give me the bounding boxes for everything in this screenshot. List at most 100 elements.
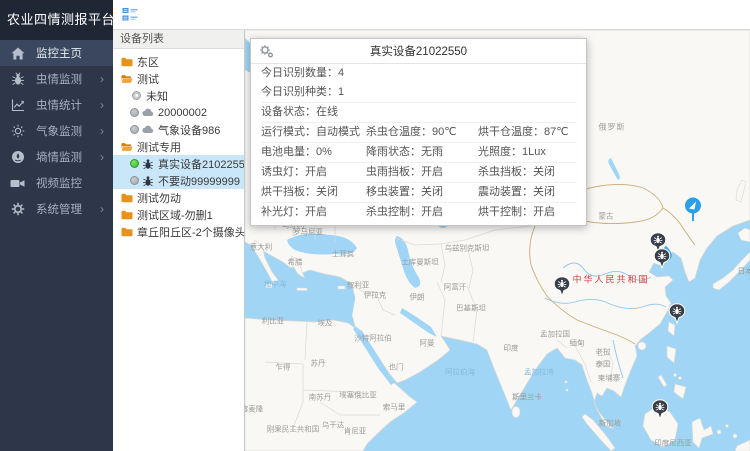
main-area: 设备列表 东区测试未知20000002气象设备986测试专用真实设备210225… xyxy=(113,0,750,451)
weather-icon xyxy=(10,124,25,138)
topbar xyxy=(113,0,750,30)
chevron-right-icon: › xyxy=(100,99,104,111)
popup-grid-cell: 电池电量：0% xyxy=(261,146,366,159)
tree-view-icon[interactable] xyxy=(122,7,138,22)
map-canvas[interactable]: 俄罗斯蒙古中华人民共和国哈萨克斯坦乌克兰捷克匈牙利罗马尼亚意大利希腊土耳其土库曼… xyxy=(245,30,750,451)
popup-grid-row: 烘干挡板：关闭移虫装置：关闭震动装置：关闭 xyxy=(261,182,576,202)
tree-item[interactable]: 测试 xyxy=(113,70,244,87)
folder-icon xyxy=(121,209,133,220)
insect-pin[interactable] xyxy=(669,303,686,327)
popup-grid-cell: 降雨状态：无雨 xyxy=(366,146,478,159)
tree-item[interactable]: 未知 xyxy=(113,87,244,104)
status-dot xyxy=(130,125,139,134)
camera-pin[interactable] xyxy=(684,197,703,225)
app-title: 农业四情测报平台 xyxy=(0,0,113,40)
tree-item-label: 测试专用 xyxy=(137,139,181,155)
popup-grid-cell: 光照度：1Lux xyxy=(478,146,576,159)
tree-item[interactable]: 不要动99999999 xyxy=(113,172,244,189)
weather-device-icon xyxy=(142,107,154,118)
popup-grid-cell: 运行模式：自动模式 xyxy=(261,126,366,139)
tree-item-label: 测试勿动 xyxy=(137,190,181,206)
status-dot xyxy=(130,176,139,185)
popup-grid-cell: 诱虫灯：开启 xyxy=(261,166,366,179)
popup-stat-line: 今日识别种类：1 xyxy=(261,83,576,102)
sidebar-item-label: 虫情监测 xyxy=(36,71,100,87)
tree-item[interactable]: 测试专用 xyxy=(113,138,244,155)
tree-item[interactable]: 章丘阳丘区-2个摄像头 xyxy=(113,223,244,240)
tree-item-label: 章丘阳丘区-2个摄像头 xyxy=(137,224,244,240)
moisture-icon xyxy=(10,150,25,164)
sidebar-item-label: 气象监测 xyxy=(36,123,100,139)
popup-grid-cell: 震动装置：关闭 xyxy=(478,186,576,199)
popup-grid-cell: 烘干仓温度：87℃ xyxy=(478,126,576,139)
bug-icon xyxy=(10,72,25,86)
sidebar-item-1[interactable]: 监控主页 xyxy=(0,40,113,66)
popup-device-title: 真实设备21022550 xyxy=(370,43,467,59)
popup-grid-cell: 移虫装置：关闭 xyxy=(366,186,478,199)
sidebar-item-2[interactable]: 虫情监测› xyxy=(0,66,113,92)
insect-device-icon xyxy=(142,158,154,169)
folder-icon xyxy=(121,56,133,67)
tree-item-label: 不要动99999999 xyxy=(158,173,240,189)
weather-device-icon xyxy=(142,124,154,135)
sidebar-item-5[interactable]: 墒情监测› xyxy=(0,144,113,170)
insect-pin[interactable] xyxy=(654,248,671,272)
insect-pin[interactable] xyxy=(652,399,669,423)
tree-item-label: 测试区域-勿删1 xyxy=(137,207,213,223)
popup-grid-cell: 烘干控制：开启 xyxy=(478,206,576,219)
insect-pin[interactable] xyxy=(554,276,571,300)
agriculture-monitoring-app: 农业四情测报平台 监控主页虫情监测›虫情统计›气象监测›墒情监测›视频监控系统管… xyxy=(0,0,750,451)
tree-item-label: 未知 xyxy=(146,88,168,104)
device-info-popup: 真实设备21022550 今日识别数量：4今日识别种类：1设备状态：在线运行模式… xyxy=(250,38,587,226)
device-panel-header: 设备列表 xyxy=(113,30,244,49)
home-icon xyxy=(10,46,25,60)
popup-body: 今日识别数量：4今日识别种类：1设备状态：在线运行模式：自动模式杀虫仓温度：90… xyxy=(251,64,586,225)
popup-grid-cell: 烘干挡板：关闭 xyxy=(261,186,366,199)
tree-item[interactable]: 真实设备21022550 xyxy=(113,155,244,172)
sidebar-item-4[interactable]: 气象监测› xyxy=(0,118,113,144)
popup-grid-row: 电池电量：0%降雨状态：无雨光照度：1Lux xyxy=(261,142,576,162)
chart-icon xyxy=(10,98,25,112)
tree-item[interactable]: 东区 xyxy=(113,53,244,70)
chevron-right-icon: › xyxy=(100,151,104,163)
tree-item-label: 20000002 xyxy=(158,107,207,119)
sidebar: 农业四情测报平台 监控主页虫情监测›虫情统计›气象监测›墒情监测›视频监控系统管… xyxy=(0,0,113,451)
tree-item-label: 东区 xyxy=(137,54,159,70)
popup-grid-cell: 补光灯：开启 xyxy=(261,206,366,219)
sidebar-item-label: 系统管理 xyxy=(36,201,100,217)
tree-item-label: 测试 xyxy=(137,71,159,87)
folder-icon xyxy=(121,192,133,203)
status-dot xyxy=(130,159,139,168)
popup-status-line: 设备状态：在线 xyxy=(261,102,576,122)
sidebar-item-7[interactable]: 系统管理› xyxy=(0,196,113,222)
insect-device-icon xyxy=(142,175,154,186)
sidebar-item-3[interactable]: 虫情统计› xyxy=(0,92,113,118)
popup-stat-line: 今日识别数量：4 xyxy=(261,64,576,83)
popup-grid-row: 诱虫灯：开启虫雨挡板：开启杀虫挡板：关闭 xyxy=(261,162,576,182)
popup-header: 真实设备21022550 xyxy=(251,39,586,64)
chevron-right-icon: › xyxy=(100,125,104,137)
popup-grid-cell: 杀虫仓温度：90℃ xyxy=(366,126,478,139)
device-tree: 东区测试未知 20000002 气象设备986测试专用真实设备21022550不要动… xyxy=(113,49,244,240)
popup-grid-row: 运行模式：自动模式杀虫仓温度：90℃烘干仓温度：87℃ xyxy=(261,122,576,142)
sidebar-item-label: 墒情监测 xyxy=(36,149,100,165)
unknown-marker-icon xyxy=(130,90,142,101)
popup-grid-cell: 杀虫挡板：关闭 xyxy=(478,166,576,179)
video-icon xyxy=(10,176,25,190)
chevron-right-icon: › xyxy=(100,73,104,85)
sidebar-item-label: 监控主页 xyxy=(36,45,104,61)
content: 设备列表 东区测试未知20000002气象设备986测试专用真实设备210225… xyxy=(113,30,750,451)
folder-open-icon xyxy=(121,73,133,84)
sidebar-item-label: 视频监控 xyxy=(36,175,104,191)
tree-item[interactable]: 测试区域-勿删1 xyxy=(113,206,244,223)
tree-item[interactable]: 测试勿动 xyxy=(113,189,244,206)
tree-item[interactable]: 气象设备986 xyxy=(113,121,244,138)
device-panel: 设备列表 东区测试未知 20000002 气象设备986测试专用真实设备210225… xyxy=(113,30,245,451)
popup-grid-cell: 杀虫控制：开启 xyxy=(366,206,478,219)
tree-item[interactable]: 20000002 xyxy=(113,104,244,121)
sidebar-item-6[interactable]: 视频监控 xyxy=(0,170,113,196)
folder-open-icon xyxy=(121,141,133,152)
sidebar-nav: 监控主页虫情监测›虫情统计›气象监测›墒情监测›视频监控系统管理› xyxy=(0,40,113,222)
status-dot xyxy=(130,108,139,117)
chevron-right-icon: › xyxy=(100,203,104,215)
